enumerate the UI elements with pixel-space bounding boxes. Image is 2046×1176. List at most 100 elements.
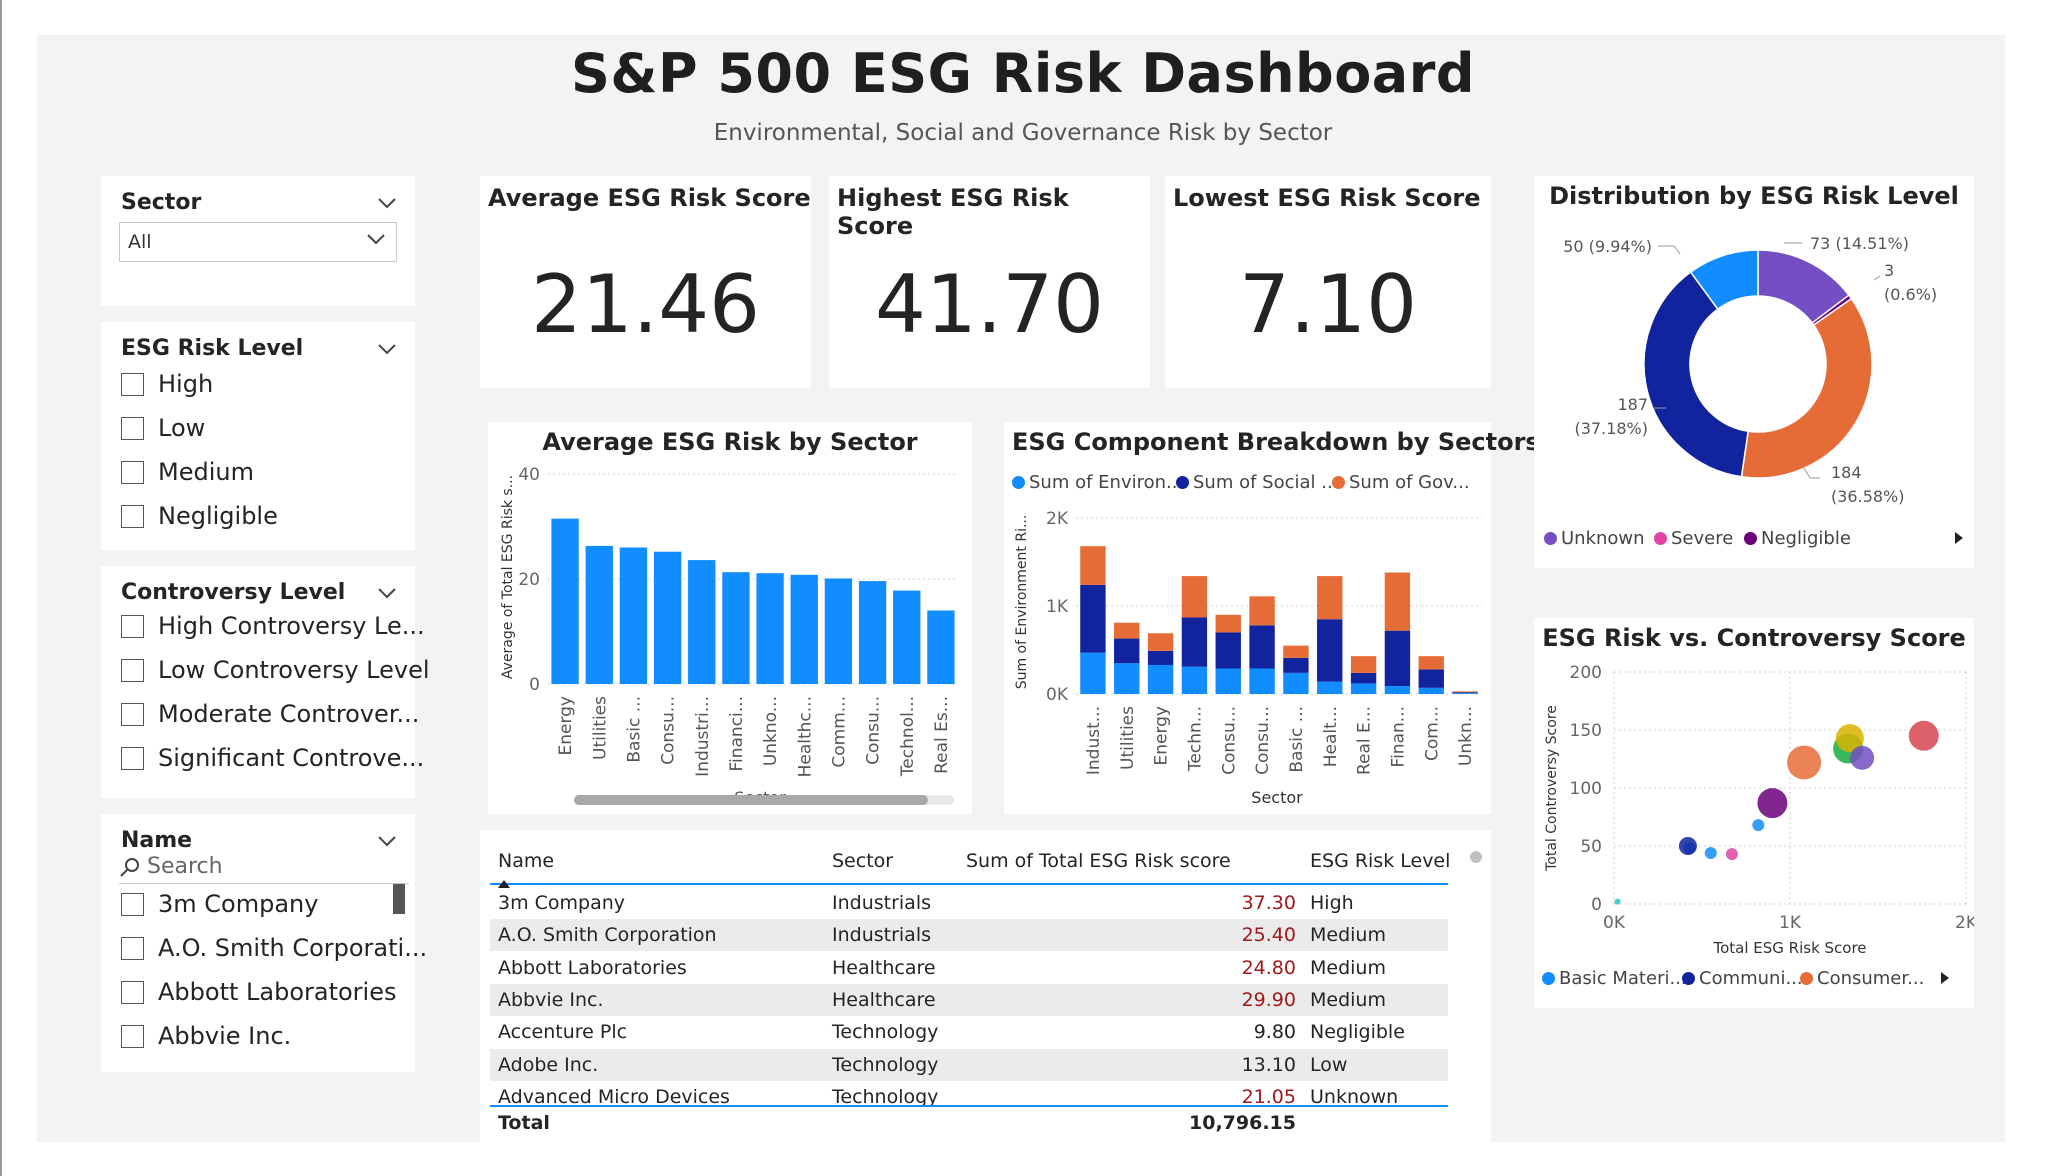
legend-next-arrow[interactable] [1954,530,1964,549]
sector-slicer: Sector All [101,176,415,306]
name-search-input[interactable]: Search [119,852,409,884]
sector-slicer-title: Sector [121,190,202,215]
checkbox[interactable] [121,460,144,484]
column-header-sector[interactable]: Sector [832,850,893,872]
bar [893,590,921,684]
risk-option-high[interactable]: High [121,370,213,398]
kpi-title: Highest ESG Risk Score [837,184,1069,240]
kpi-title: Lowest ESG Risk Score [1173,184,1481,212]
risk-option-negligible[interactable]: Negligible [121,502,278,530]
table-row[interactable]: A.O. Smith Corporation Industrials 25.40 Me… [490,919,1448,952]
name-option[interactable]: Abbott Laboratories [121,978,397,1006]
legend-item[interactable]: Basic Materi... [1542,968,1687,989]
x-tick-label: Finan... [1388,706,1408,767]
checkbox[interactable] [121,1024,144,1048]
risk-level-distribution-chart: Distribution by ESG Risk Level 73 (14.51… [1534,176,1974,568]
scatter-point [1704,846,1717,859]
stacked-bar-segment [1317,681,1343,694]
cell-risk-level: Medium [1310,988,1386,1011]
controversy-option[interactable]: Low Controversy Level [121,656,430,684]
column-header-name[interactable]: Name [498,850,554,872]
stacked-bar-segment [1114,638,1140,664]
checkbox[interactable] [121,892,144,916]
scroll-indicator[interactable] [1470,851,1482,863]
table-row[interactable]: 3m Company Industrials 37.30 High [490,887,1448,919]
chevron-down-icon[interactable] [377,336,397,360]
chevron-down-icon[interactable] [377,828,397,852]
x-tick-label: Unkno... [761,696,781,766]
checkbox[interactable] [121,980,144,1004]
risk-option-medium[interactable]: Medium [121,458,254,486]
checkbox[interactable] [121,702,144,726]
chevron-down-icon[interactable] [377,190,397,214]
x-tick-label: Healthc... [795,696,815,777]
x-tick-label: Utilities [590,696,610,760]
bar [619,547,648,684]
sector-dropdown[interactable]: All [119,222,397,262]
x-tick-label: Technol... [898,696,918,777]
leader-line [1803,467,1820,479]
scrollbar-thumb[interactable] [574,795,928,805]
cell-risk-level: Medium [1310,956,1386,979]
bar [722,572,750,684]
x-tick-label: Energy [1152,706,1172,766]
scrollbar-thumb[interactable] [393,884,405,914]
checkbox[interactable] [121,504,144,528]
column-header-risk-level[interactable]: ESG Risk Level [1310,850,1450,872]
y-tick-label: 2K [1046,509,1069,529]
checkbox[interactable] [121,746,144,770]
table-row[interactable]: Adobe Inc. Technology 13.10 Low [490,1048,1448,1081]
bar [756,573,784,684]
cell-score: 9.80 [1253,1021,1296,1044]
controversy-option[interactable]: Significant Controve... [121,744,424,772]
y-tick-label: 0 [529,675,540,695]
controversy-option[interactable]: Moderate Controver... [121,700,419,728]
bar [927,610,955,684]
stacked-bar-segment [1452,691,1478,693]
window-edge [0,0,2,1176]
x-tick-label: Basic ... [624,696,644,763]
checkbox[interactable] [121,372,144,396]
controversy-option[interactable]: High Controversy Le... [121,612,425,640]
risk-option-low[interactable]: Low [121,414,205,442]
scatter-point [1752,819,1765,832]
legend-item[interactable]: Consumer... [1800,968,1924,989]
legend-next-arrow[interactable] [1940,970,1950,989]
checkbox[interactable] [121,416,144,440]
name-option[interactable]: Abbvie Inc. [121,1022,291,1050]
name-option[interactable]: 3m Company [121,890,318,918]
cell-score: 37.30 [1241,892,1296,914]
scatter-point [1850,745,1875,770]
checkbox[interactable] [121,658,144,682]
column-header-score[interactable]: Sum of Total ESG Risk score [966,850,1231,872]
stacked-bar-segment [1249,668,1275,694]
kpi-card-highest: Highest ESG Risk Score 41.70 [829,176,1150,388]
legend-item[interactable]: Communi... [1682,968,1803,989]
checkbox[interactable] [121,936,144,960]
name-option[interactable]: A.O. Smith Corporati... [121,934,427,962]
legend-item[interactable]: Negligible [1744,528,1851,549]
kpi-card-average: Average ESG Risk Score 21.46 [480,176,811,388]
data-label: 3 [1884,261,1894,280]
table-row[interactable]: Abbott Laboratories Healthcare 24.80 Medium [490,952,1448,984]
page-subtitle: Environmental, Social and Governance Ris… [713,120,1333,146]
chevron-down-icon[interactable] [377,580,397,604]
cell-score: 24.80 [1241,956,1296,979]
table-row[interactable]: Abbvie Inc. Healthcare 29.90 Medium [490,983,1448,1016]
legend-item[interactable]: Unknown [1544,528,1645,549]
table-row[interactable]: Accenture Plc Technology 9.80 Negligible [490,1016,1448,1048]
stacked-bar-segment [1249,596,1275,626]
legend-item[interactable]: Severe [1654,528,1733,549]
cell-name: Abbvie Inc. [498,988,604,1011]
checkbox[interactable] [121,614,144,638]
y-tick-label: 100 [1570,779,1602,799]
stacked-bar-segment [1384,686,1411,694]
chevron-down-icon [366,229,386,251]
stacked-bar-segment [1452,693,1478,694]
bar [824,578,853,684]
horizontal-scrollbar[interactable] [574,795,954,805]
bar [790,574,818,684]
y-tick-label: 20 [518,570,540,590]
bar [551,518,579,684]
bar-chart-svg: 0 20 40 Energy Utilities Basic ... Consu... Ind… [500,465,958,807]
